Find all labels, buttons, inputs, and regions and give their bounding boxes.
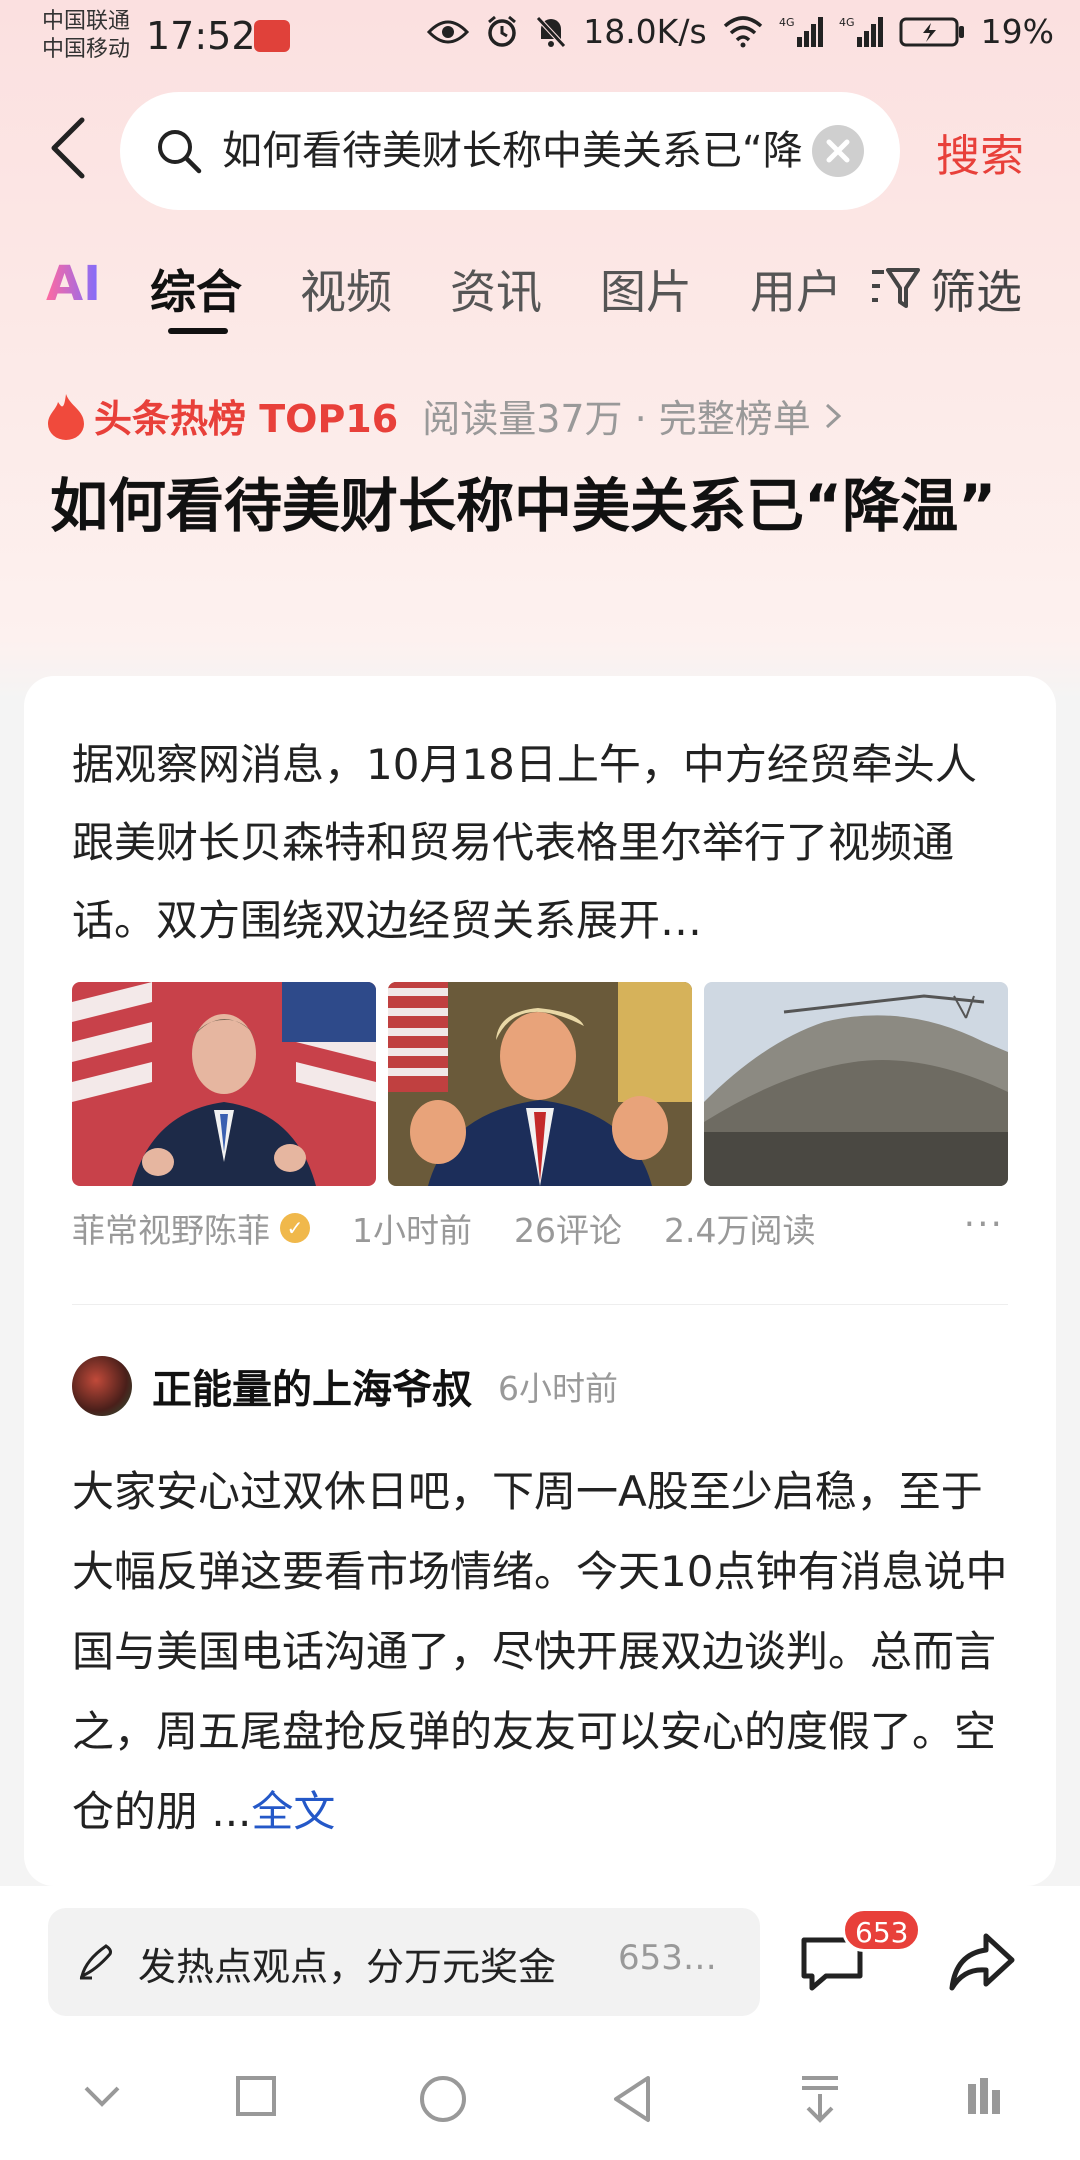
tab-comprehensive[interactable]: 综合 [150,256,242,322]
official-at-podium-photo[interactable] [72,982,376,1186]
search-box[interactable]: 如何看待美财长称中美关系已“降温” [120,92,900,210]
post-body[interactable]: 大家安心过双休日吧，下周一A股至少启稳，至于大幅反弹这要看市场情绪。今天10点钟… [72,1452,1022,1852]
pull-down-icon [802,2076,838,2123]
svg-text:4G: 4G [839,16,855,29]
verified-icon: ✓ [280,1213,310,1243]
pen-icon [79,1944,112,1980]
circle-icon [420,2076,466,2122]
comment-placeholder: 发热点观点，分万元奖金 [138,1945,557,1989]
read-more-link[interactable]: 全文 [251,1787,335,1836]
article-reads: 2.4万阅读 [664,1211,816,1250]
hotlist-banner[interactable]: 头条热榜 TOP16 阅读量37万 · 完整榜单 [46,388,845,443]
article-author[interactable]: 菲常视野陈菲 [72,1204,270,1252]
chevron-right-icon [825,403,842,428]
mining-stockpile-photo[interactable] [704,982,1008,1186]
filter-label: 筛选 [930,265,1022,319]
system-nav-bar [0,2060,1080,2160]
carrier-2: 中国移动 [42,37,131,62]
comment-count-badge: 653 [842,1908,922,1952]
clock: 17:52 [146,14,256,58]
battery-icon [899,17,964,46]
status-bar: 中国联通 中国移动 17:52 18.0K/s 4G 4G 19% [0,0,1080,78]
article-images[interactable] [72,982,1008,1186]
nav-home-button[interactable] [418,2074,468,2128]
signal-4g-icon: 4G [779,16,823,47]
share-icon [949,1933,1015,1991]
nav-back-button[interactable] [610,2074,654,2128]
accessibility-icon [968,2078,1000,2114]
more-options-icon[interactable]: ··· [964,1204,1004,1245]
triangle-back-icon [614,2076,650,2122]
hotlist-meta[interactable]: 阅读量37万 · 完整榜单 [422,388,811,443]
divider [72,1304,1008,1305]
post-text: 大家安心过双休日吧，下周一A股至少启稳，至于大幅反弹这要看市场情绪。今天10点钟… [72,1467,1008,1836]
hotlist-headline[interactable]: 如何看待美财长称中美关系已“降温” [50,462,1040,550]
signal-4g-icon: 4G [839,16,883,47]
carrier-info: 中国联通 中国移动 [42,8,130,64]
post-header: 正能量的上海爷叔 6小时前 [72,1356,618,1416]
status-icons: 18.0K/s 4G 4G 19% [427,12,1054,51]
chevron-left-icon [51,117,85,179]
tab-news[interactable]: 资讯 [450,256,542,322]
square-icon [236,2076,276,2116]
article-time: 1小时前 [352,1211,472,1250]
tab-images[interactable]: 图片 [600,256,692,322]
article-comments: 26评论 [514,1211,622,1250]
back-button[interactable] [48,116,98,186]
post-time: 6小时前 [498,1369,618,1408]
tab-ai[interactable]: AI [46,256,101,312]
active-tab-indicator [168,328,228,334]
svg-text:4G: 4G [779,16,795,29]
comment-count-preview: 653… [618,1938,717,1978]
carrier-1: 中国联通 [42,9,131,34]
nav-collapse-button[interactable] [80,2074,124,2122]
share-button[interactable] [946,1926,1018,1998]
search-input[interactable]: 如何看待美财长称中美关系已“降温” [222,124,802,178]
wifi-icon [723,15,762,47]
tab-video[interactable]: 视频 [300,256,392,322]
post-author[interactable]: 正能量的上海爷叔 [152,1357,472,1415]
tab-users[interactable]: 用户 [750,256,842,322]
avatar[interactable] [72,1356,132,1416]
alarm-icon [488,15,517,47]
comment-input[interactable]: 发热点观点，分万元奖金 653… [48,1908,760,2016]
results-card: 据观察网消息，10月18日上午，中方经贸牵头人跟美财长贝森特和贸易代表格里尔举行… [24,676,1056,1886]
filter-button[interactable]: 筛选 [870,256,1022,322]
eye-icon [427,20,470,43]
trump-gesturing-photo[interactable] [388,982,692,1186]
clear-search-button[interactable] [812,125,864,177]
hotlist-title: 头条热榜 TOP16 [94,397,399,441]
close-icon [826,139,850,163]
article-meta: 菲常视野陈菲 ✓ 1小时前 26评论 2.4万阅读 [72,1204,815,1252]
filter-icon [872,268,920,308]
article-summary[interactable]: 据观察网消息，10月18日上午，中方经贸牵头人跟美财长贝森特和贸易代表格里尔举行… [72,726,1012,960]
nav-notification-button[interactable] [798,2074,842,2128]
network-speed: 18.0K/s [583,12,707,51]
flame-icon [48,393,84,440]
search-icon [158,130,202,174]
nav-recents-button[interactable] [234,2074,278,2122]
nav-accessibility-button[interactable] [960,2074,1010,2128]
mute-icon [536,15,567,48]
battery-level: 19% [980,12,1054,51]
chevron-down-icon [84,2086,120,2107]
huawei-app-icon [254,20,290,52]
search-button[interactable]: 搜索 [936,120,1024,184]
